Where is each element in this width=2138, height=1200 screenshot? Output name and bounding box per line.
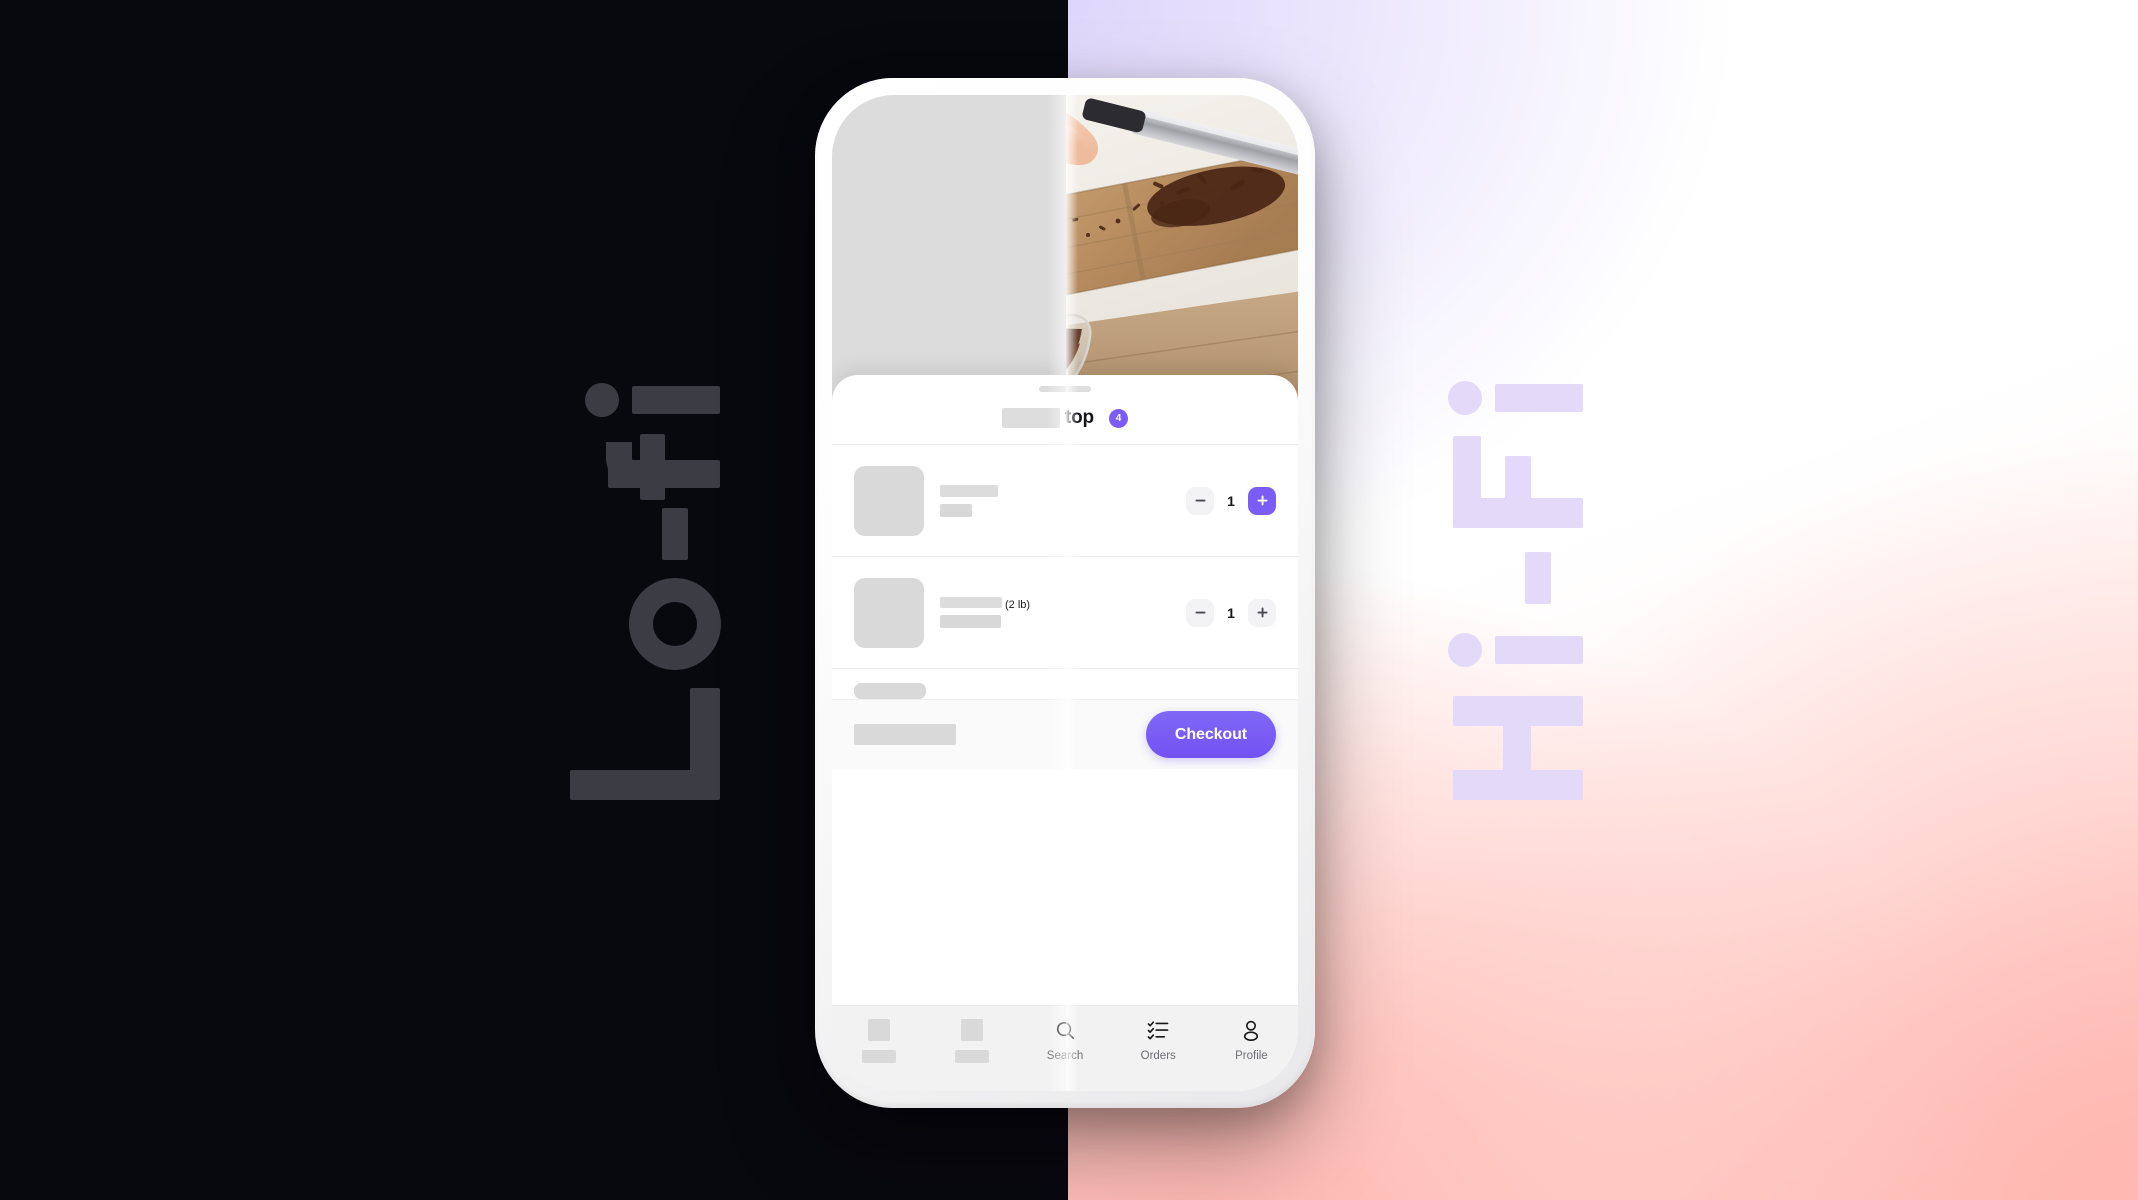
sheet-title-skeleton <box>1002 408 1061 428</box>
tab-search[interactable]: Search <box>1018 1019 1111 1062</box>
cart-item-thumbnail <box>854 577 924 648</box>
decrement-button[interactable] <box>1186 486 1214 515</box>
placeholder-label <box>954 1050 989 1063</box>
bottom-tab-bar: Search Orders Profile <box>832 1005 1298 1091</box>
tab-placeholder-1[interactable] <box>832 1019 925 1063</box>
cart-bottom-sheet: top 4 1 (2 lb) 1 Checkout Search Orders … <box>832 375 1298 1091</box>
checkout-bar: Checkout <box>832 699 1298 769</box>
tab-profile[interactable]: Profile <box>1205 1019 1298 1062</box>
decrement-button[interactable] <box>1186 598 1214 627</box>
tab-placeholder-2[interactable] <box>925 1019 1018 1063</box>
cart-item-subtitle: (2 lb) <box>1005 599 1031 611</box>
minus-icon <box>1195 611 1205 614</box>
cart-item-row[interactable]: 1 <box>832 444 1298 556</box>
quantity-stepper: 1 <box>1186 598 1276 627</box>
cart-item-text: (2 lb) <box>940 597 1170 628</box>
quantity-stepper: 1 <box>1186 486 1276 515</box>
tab-orders[interactable]: Orders <box>1112 1019 1205 1062</box>
placeholder-icon <box>867 1019 890 1041</box>
tab-label-search: Search <box>1046 1050 1084 1062</box>
order-total-skeleton <box>854 724 956 745</box>
quantity-value: 1 <box>1227 492 1235 509</box>
minus-icon <box>1195 499 1205 502</box>
placeholder-label <box>861 1050 896 1063</box>
order-summary <box>832 668 1298 699</box>
sheet-header: top 4 <box>832 392 1298 444</box>
search-icon <box>1055 1019 1076 1041</box>
checkout-button[interactable]: Checkout <box>1145 711 1276 758</box>
cart-item-row[interactable]: (2 lb) 1 <box>832 556 1298 668</box>
phone-screen: top 4 1 (2 lb) 1 Checkout Search Orders … <box>832 95 1298 1091</box>
cart-item-list: 1 (2 lb) 1 <box>832 444 1298 668</box>
cart-item-name-skeleton <box>940 597 1002 608</box>
placeholder-icon <box>960 1019 983 1041</box>
profile-person-icon <box>1241 1019 1261 1041</box>
quantity-value: 1 <box>1227 604 1235 621</box>
increment-button[interactable] <box>1248 598 1276 627</box>
cart-item-price-skeleton <box>940 615 1001 628</box>
wordmark-hifi: Hi-Fi <box>1433 380 1593 800</box>
phone-frame: top 4 1 (2 lb) 1 Checkout Search Orders … <box>815 78 1315 1108</box>
phone-mockup: top 4 1 (2 lb) 1 Checkout Search Orders … <box>815 78 1315 1108</box>
cart-item-thumbnail <box>854 465 924 536</box>
summary-label-skeleton <box>854 683 926 699</box>
increment-button[interactable] <box>1248 486 1276 515</box>
tab-label-orders: Orders <box>1140 1050 1176 1062</box>
wordmark-lofi: Lo-fi <box>570 380 750 800</box>
plus-icon <box>1257 607 1267 618</box>
tab-label-profile: Profile <box>1235 1050 1268 1062</box>
plus-icon <box>1257 495 1267 506</box>
orders-checklist-icon <box>1147 1019 1169 1041</box>
cart-count-badge: 4 <box>1108 408 1128 428</box>
cart-item-text <box>940 484 1170 517</box>
page-title: top <box>1065 407 1094 428</box>
cart-item-price-skeleton <box>940 503 972 517</box>
cart-item-name-skeleton <box>940 484 998 497</box>
